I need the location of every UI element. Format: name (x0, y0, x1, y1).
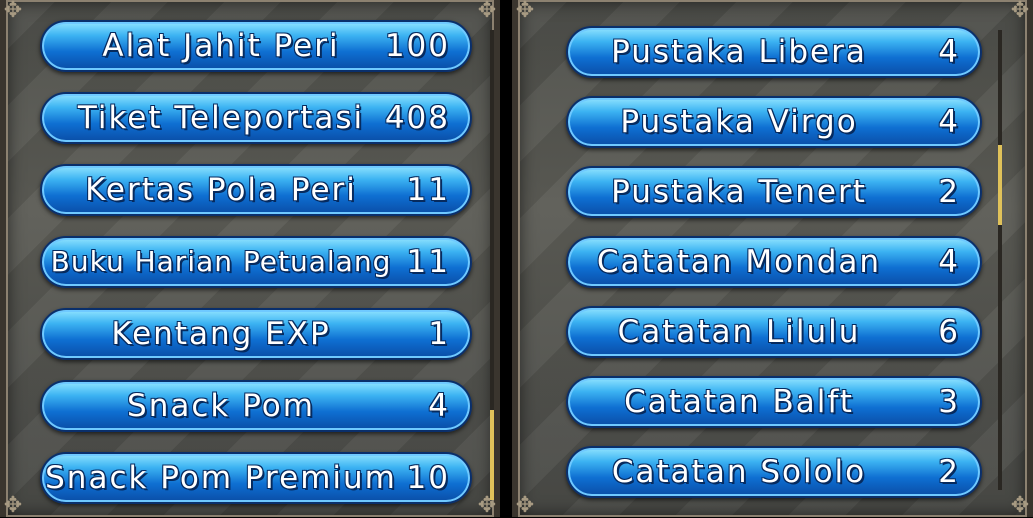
inventory-item-button[interactable]: Pustaka Virgo 4 (566, 96, 982, 148)
inventory-item-button[interactable]: Snack Pom 4 (40, 380, 472, 432)
item-count: 2 (938, 174, 960, 210)
inventory-item-button[interactable]: Catatan Balft 3 (566, 376, 982, 428)
inventory-item-button[interactable]: Catatan Lilulu 6 (566, 306, 982, 358)
inventory-item-button[interactable]: Kertas Pola Peri 11 (40, 164, 472, 216)
item-name: Buku Harian Petualang (50, 245, 392, 278)
inventory-item-button[interactable]: Catatan Mondan 4 (566, 236, 982, 288)
ornate-corner-icon: ✥ (3, 0, 23, 23)
item-name: Snack Pom Premium (45, 460, 397, 496)
item-name: Pustaka Libera (611, 34, 867, 70)
inventory-item-button[interactable]: Catatan Sololo 2 (566, 446, 982, 498)
item-count: 6 (938, 314, 960, 350)
item-name: Pustaka Virgo (620, 104, 858, 140)
item-name: Kentang EXP (111, 316, 331, 352)
item-count: 11 (406, 244, 450, 280)
ornate-corner-icon: ✥ (515, 0, 535, 23)
item-count: 2 (938, 454, 960, 490)
item-name: Alat Jahit Peri (102, 28, 340, 64)
inventory-item-button[interactable]: Pustaka Tenert 2 (566, 166, 982, 218)
item-name: Catatan Lilulu (617, 314, 861, 350)
right-item-panel: ✥ ✥ ✥ ✥ Pustaka Libera 4 Pustaka Virgo 4… (512, 0, 1033, 517)
inventory-item-button[interactable]: Snack Pom Premium 10 (40, 452, 472, 504)
inventory-item-button[interactable]: Alat Jahit Peri 100 (40, 20, 472, 72)
left-item-panel: ✥ ✥ ✥ ✥ Alat Jahit Peri 100 Tiket Telepo… (0, 0, 500, 517)
item-count: 408 (384, 100, 450, 136)
ornate-corner-icon: ✥ (1010, 493, 1030, 518)
ornate-corner-icon: ✥ (477, 0, 497, 23)
ornate-corner-icon: ✥ (1010, 0, 1030, 23)
item-name: Kertas Pola Peri (85, 172, 357, 208)
item-count: 4 (938, 244, 960, 280)
inventory-item-button[interactable]: Buku Harian Petualang 11 (40, 236, 472, 288)
item-name: Catatan Balft (624, 384, 854, 420)
inventory-item-button[interactable]: Tiket Teleportasi 408 (40, 92, 472, 144)
item-name: Snack Pom (127, 388, 315, 424)
item-name: Tiket Teleportasi (77, 100, 365, 136)
left-scroll-thumb[interactable] (490, 410, 494, 500)
item-count: 10 (406, 460, 450, 496)
item-count: 100 (384, 28, 450, 64)
inventory-item-button[interactable]: Pustaka Libera 4 (566, 26, 982, 78)
item-count: 3 (938, 384, 960, 420)
item-count: 4 (428, 388, 450, 424)
item-name: Pustaka Tenert (611, 174, 867, 210)
item-name: Catatan Sololo (611, 454, 867, 490)
right-scrollbar[interactable] (998, 30, 1002, 490)
item-count: 4 (938, 34, 960, 70)
right-scroll-thumb[interactable] (998, 145, 1002, 225)
item-count: 4 (938, 104, 960, 140)
item-count: 11 (406, 172, 450, 208)
ornate-corner-icon: ✥ (3, 493, 23, 518)
inventory-item-button[interactable]: Kentang EXP 1 (40, 308, 472, 360)
left-scrollbar[interactable] (490, 30, 494, 500)
item-count: 1 (428, 316, 450, 352)
item-name: Catatan Mondan (596, 244, 882, 280)
ornate-corner-icon: ✥ (477, 493, 497, 518)
ornate-corner-icon: ✥ (515, 493, 535, 518)
